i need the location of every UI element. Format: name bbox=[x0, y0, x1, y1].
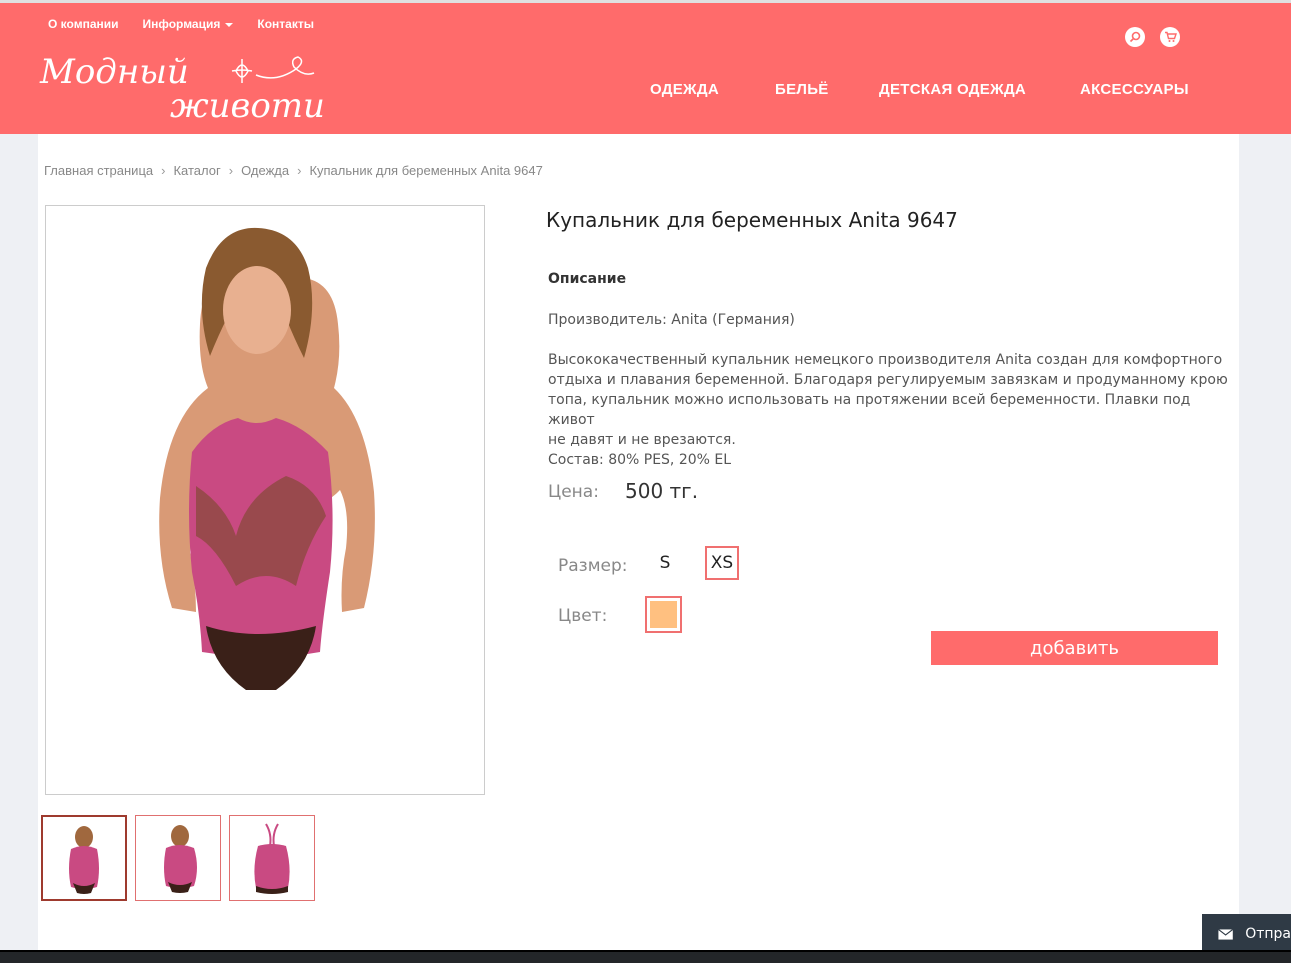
top-link-info-label: Информация bbox=[142, 17, 221, 31]
chat-widget-label: Отпра bbox=[1245, 926, 1291, 942]
nav-kids[interactable]: ДЕТСКАЯ ОДЕЖДА bbox=[879, 81, 1026, 98]
breadcrumb-separator: › bbox=[228, 163, 234, 178]
description-line: не давят и не врезаются. bbox=[548, 432, 736, 448]
description-heading: Описание bbox=[548, 271, 627, 287]
description-line: Высококачественный купальник немецкого п… bbox=[548, 352, 1223, 368]
add-to-cart-button[interactable]: добавить bbox=[931, 631, 1218, 665]
thumbnail-2[interactable] bbox=[135, 815, 221, 901]
nav-clothes[interactable]: ОДЕЖДА bbox=[650, 81, 719, 98]
cart-icon bbox=[1164, 31, 1177, 42]
price-value: 500 тг. bbox=[625, 479, 699, 503]
description-line: отдыха и плавания беременной. Благодаря … bbox=[548, 372, 1228, 388]
chevron-down-icon bbox=[225, 22, 234, 27]
top-link-about[interactable]: О компании bbox=[48, 17, 119, 31]
site-logo[interactable]: Модный животик bbox=[36, 49, 326, 125]
nav-lingerie[interactable]: БЕЛЬЁ bbox=[775, 81, 829, 98]
logo-line-2: животик bbox=[170, 86, 326, 125]
description-text: Высококачественный купальник немецкого п… bbox=[548, 350, 1228, 470]
os-taskbar bbox=[0, 952, 1291, 963]
search-button[interactable] bbox=[1125, 27, 1145, 47]
breadcrumb: Главная страница › Каталог › Одежда › Ку… bbox=[44, 163, 543, 178]
description-line: топа, купальник можно использовать на пр… bbox=[548, 392, 1191, 428]
manufacturer-text: Производитель: Anita (Германия) bbox=[548, 312, 795, 328]
color-swatch[interactable] bbox=[645, 596, 682, 633]
breadcrumb-separator: › bbox=[297, 163, 302, 178]
product-main-image[interactable] bbox=[45, 205, 485, 795]
price-label: Цена: bbox=[548, 482, 599, 502]
search-icon bbox=[1129, 31, 1141, 43]
size-option-xs[interactable]: XS bbox=[705, 546, 739, 580]
product-title: Купальник для беременных Anita 9647 bbox=[546, 208, 958, 232]
size-option-s[interactable]: S bbox=[648, 546, 682, 580]
breadcrumb-separator: › bbox=[161, 163, 166, 178]
chat-widget[interactable]: Отпра bbox=[1202, 914, 1291, 954]
composition-text: Состав: 80% PES, 20% EL bbox=[548, 452, 732, 468]
color-swatch-fill bbox=[650, 601, 677, 628]
thumbnail-3[interactable] bbox=[229, 815, 315, 901]
color-label: Цвет: bbox=[558, 606, 608, 626]
mail-icon bbox=[1218, 928, 1234, 940]
breadcrumb-current: Купальник для беременных Anita 9647 bbox=[309, 163, 543, 178]
top-links: О компании Информация Контакты bbox=[48, 17, 314, 31]
size-label: Размер: bbox=[558, 556, 628, 576]
breadcrumb-catalog[interactable]: Каталог bbox=[173, 163, 220, 178]
breadcrumb-home[interactable]: Главная страница bbox=[44, 163, 153, 178]
thumbnail-1[interactable] bbox=[41, 815, 127, 901]
breadcrumb-clothes[interactable]: Одежда bbox=[241, 163, 289, 178]
logo-line-1: Модный bbox=[39, 52, 189, 92]
top-link-contacts[interactable]: Контакты bbox=[257, 17, 314, 31]
cart-button[interactable] bbox=[1160, 27, 1180, 47]
top-link-info[interactable]: Информация bbox=[143, 17, 234, 31]
site-header: О компании Информация Контакты Модный жи… bbox=[0, 0, 1291, 134]
nav-accessories[interactable]: АКСЕССУАРЫ bbox=[1080, 81, 1189, 98]
